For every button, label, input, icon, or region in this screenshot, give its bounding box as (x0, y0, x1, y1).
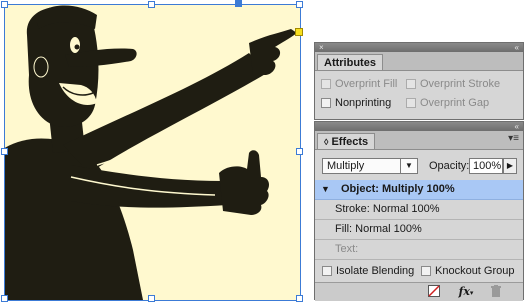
collapse-panel-icon[interactable]: « (515, 43, 519, 52)
tab-toggle-icon: ◊ (324, 137, 329, 147)
resize-handle-middle-right[interactable] (296, 148, 303, 155)
collapse-panel-icon[interactable]: « (515, 122, 519, 131)
blend-mode-value: Multiply (327, 160, 365, 172)
anchor-point-handle[interactable] (295, 28, 303, 36)
resize-handle-top-right[interactable] (296, 1, 303, 8)
content-grabber-handle[interactable] (235, 0, 242, 7)
resize-handle-bottom-right[interactable] (296, 295, 303, 302)
stroke-row-label: Stroke: Normal 100% (335, 203, 440, 215)
effects-row-fill[interactable]: Fill: Normal 100% (315, 220, 523, 240)
attributes-tab-row: Attributes (315, 52, 523, 71)
knockout-group-label: Knockout Group (435, 265, 515, 278)
overprint-gap-option[interactable]: Overprint Gap (406, 97, 489, 109)
overprint-gap-label: Overprint Gap (420, 97, 490, 110)
knockout-group-option[interactable]: Knockout Group (421, 265, 515, 277)
isolate-blending-option[interactable]: Isolate Blending (322, 265, 414, 277)
effects-panel-titlebar[interactable]: « (315, 122, 523, 131)
nonprinting-label: Nonprinting (335, 97, 392, 110)
attributes-panel: × « Attributes Overprint Fill Overprint … (314, 42, 524, 120)
isolate-blending-label: Isolate Blending (336, 265, 415, 278)
overprint-stroke-label: Overprint Stroke (420, 78, 501, 91)
panel-menu-icon[interactable]: ▾≡ (508, 133, 519, 144)
nonprinting-option[interactable]: Nonprinting (321, 97, 391, 109)
overprint-stroke-checkbox[interactable] (406, 79, 416, 90)
effects-bottom-toolbar: fx▾ (315, 282, 523, 301)
resize-handle-top-center[interactable] (148, 1, 155, 8)
tab-effects-label: Effects (331, 136, 369, 148)
tab-attributes[interactable]: Attributes (317, 54, 383, 70)
resize-handle-bottom-center[interactable] (148, 295, 155, 302)
opacity-slider-button[interactable]: ▶ (503, 158, 517, 174)
effects-row-stroke[interactable]: Stroke: Normal 100% (315, 200, 523, 220)
opacity-field[interactable]: 100% (469, 158, 503, 174)
effects-row-text: Text: (315, 240, 523, 260)
effects-body: Multiply ▼ Opacity: 100% ▶ ▼ Object: Mul… (315, 150, 523, 301)
overprint-fill-option[interactable]: Overprint Fill (321, 78, 397, 90)
overprint-fill-label: Overprint Fill (335, 78, 398, 91)
tab-effects[interactable]: ◊ Effects (317, 133, 376, 149)
close-panel-icon[interactable]: × (319, 43, 324, 52)
disclosure-triangle-icon[interactable]: ▼ (321, 180, 330, 199)
isolate-blending-checkbox[interactable] (322, 266, 332, 277)
clear-effects-icon[interactable] (427, 285, 441, 299)
effects-panel: « ◊ Effects ▾≡ Multiply ▼ Opacity: 100% ▶… (314, 121, 524, 301)
fill-row-label: Fill: Normal 100% (335, 223, 422, 235)
artwork-frame[interactable] (5, 5, 300, 300)
overprint-fill-checkbox[interactable] (321, 79, 331, 90)
overprint-stroke-option[interactable]: Overprint Stroke (406, 78, 500, 90)
resize-handle-middle-left[interactable] (1, 148, 8, 155)
object-row-label: Object: Multiply 100% (341, 183, 455, 195)
attributes-options: Overprint Fill Overprint Stroke Nonprint… (315, 71, 523, 119)
fx-icon[interactable]: fx▾ (455, 285, 477, 299)
resize-handle-bottom-left[interactable] (1, 295, 8, 302)
nonprinting-checkbox[interactable] (321, 98, 331, 109)
overprint-gap-checkbox[interactable] (406, 98, 416, 109)
trash-icon[interactable] (489, 285, 503, 299)
knockout-group-checkbox[interactable] (421, 266, 431, 277)
chevron-down-icon: ▼ (400, 159, 417, 173)
effects-tab-row: ◊ Effects ▾≡ (315, 131, 523, 150)
text-row-label: Text: (335, 243, 359, 255)
fx-arrow-icon: ▾ (469, 288, 474, 297)
cartoon-man-illustration (5, 5, 297, 300)
effects-row-object[interactable]: ▼ Object: Multiply 100% (315, 180, 523, 200)
attributes-panel-titlebar[interactable]: × « (315, 43, 523, 52)
resize-handle-top-left[interactable] (1, 1, 8, 8)
opacity-label: Opacity: (429, 160, 470, 172)
fx-label: fx (458, 285, 470, 298)
blend-mode-dropdown[interactable]: Multiply ▼ (322, 158, 418, 174)
